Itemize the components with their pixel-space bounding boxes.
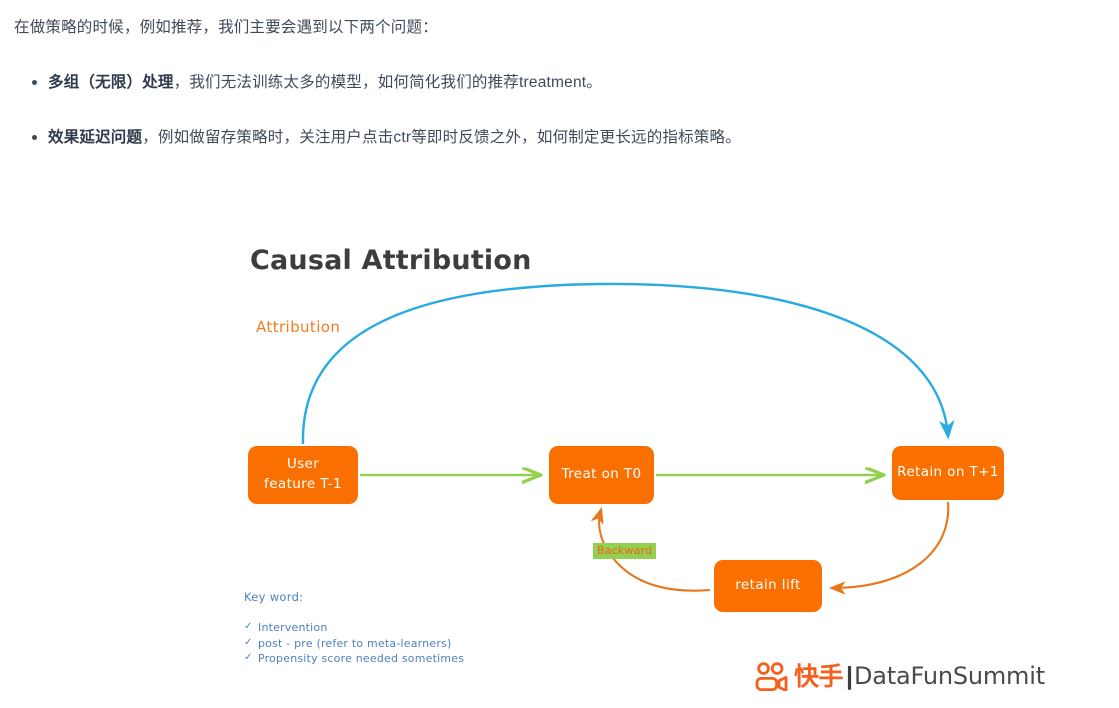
- list-item: ✓ Propensity score needed sometimes: [244, 651, 464, 667]
- keyword-text: post - pre (refer to meta-learners): [258, 636, 452, 650]
- keyword-list: ✓ Intervention ✓ post - pre (refer to me…: [244, 620, 464, 667]
- edge-retain-to-lift: [828, 501, 950, 595]
- bullet-rest-text: ，我们无法训练太多的模型，如何简化我们的推荐treatment。: [173, 73, 602, 91]
- keyword-title: Key word:: [244, 590, 304, 604]
- bullet-dot-icon: [32, 134, 37, 140]
- list-item: ✓ Intervention: [244, 620, 464, 636]
- node-label: Treat on T0: [561, 466, 642, 483]
- bullet-rest-text: ，例如做留存策略时，关注用户点击ctr等即时反馈之外，如何制定更长远的指标策略。: [142, 128, 741, 146]
- bullet-dot-icon: [32, 79, 37, 85]
- list-item: ✓ post - pre (refer to meta-learners): [244, 636, 464, 652]
- node-label: User feature T-1: [264, 456, 342, 492]
- check-icon: ✓: [244, 636, 253, 648]
- node-user-feature[interactable]: User feature T-1: [248, 446, 358, 504]
- intro-paragraph: 在做策略的时候，例如推荐，我们主要会遇到以下两个问题：: [14, 19, 438, 36]
- article-text-block: 在做策略的时候，例如推荐，我们主要会遇到以下两个问题： 多组（无限）处理，我们无…: [0, 0, 1119, 180]
- node-retain-lift[interactable]: retain lift: [714, 560, 822, 612]
- keyword-text: Intervention: [258, 621, 328, 634]
- kuaishou-logo-icon: [755, 662, 788, 691]
- logo-cn-text: 快手: [794, 661, 844, 691]
- causal-attribution-slide: Causal Attribution Attribution User featu…: [0, 228, 1119, 708]
- logo-en-text: DataFunSummit: [854, 662, 1045, 690]
- bullet-bold-lead: 多组（无限）处理: [48, 73, 174, 91]
- check-icon: ✓: [244, 652, 253, 664]
- keyword-block: Key word: ✓ Intervention ✓ post - pre (r…: [244, 590, 464, 667]
- keyword-text: Propensity score needed sometimes: [258, 652, 465, 666]
- list-item: 效果延迟问题，例如做留存策略时，关注用户点击ctr等即时反馈之外，如何制定更长远…: [14, 126, 1105, 151]
- node-label: retain lift: [735, 577, 801, 594]
- node-label: Retain on T+1: [897, 464, 999, 481]
- list-item: 多组（无限）处理，我们无法训练太多的模型，如何简化我们的推荐treatment。: [14, 71, 1105, 96]
- backward-edge-label: Backward: [593, 543, 657, 559]
- node-retain-on-t1[interactable]: Retain on T+1: [892, 446, 1004, 500]
- bullet-bold-lead: 效果延迟问题: [48, 128, 143, 146]
- check-icon: ✓: [244, 621, 253, 632]
- brand-logo: 快手 | DataFunSummit: [753, 658, 1045, 694]
- problem-bullet-list: 多组（无限）处理，我们无法训练太多的模型，如何简化我们的推荐treatment。…: [14, 71, 1105, 151]
- node-treat-on-t0[interactable]: Treat on T0: [549, 446, 654, 504]
- edge-attribution-arc: [301, 282, 955, 445]
- logo-separator: |: [846, 661, 854, 690]
